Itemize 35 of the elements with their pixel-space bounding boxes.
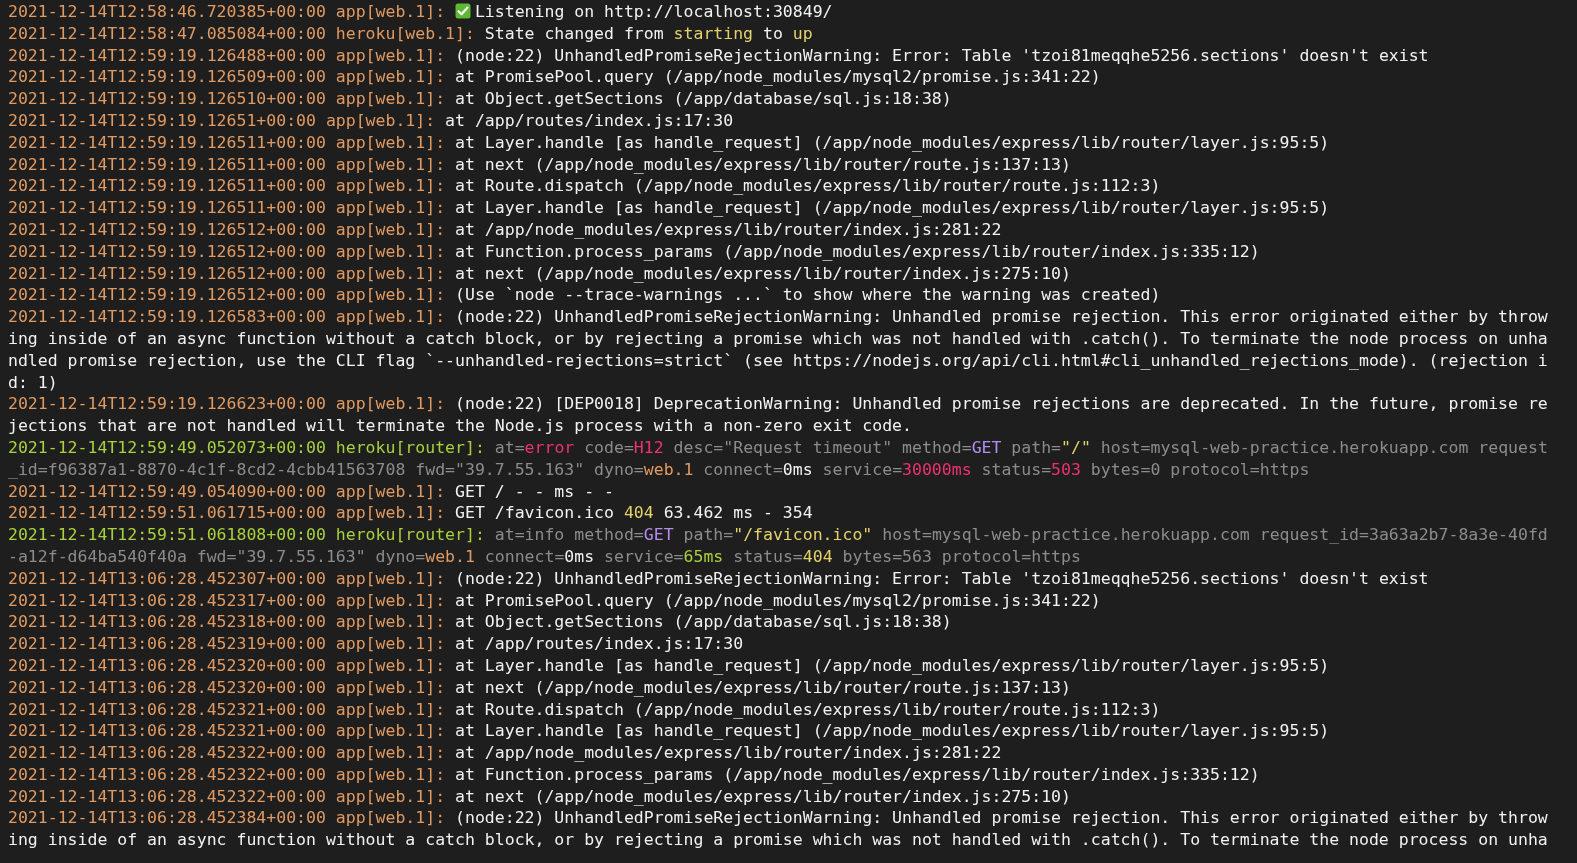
log-line: 2021-12-14T12:59:19.126512+00:00 app[web.1]: at /app/node_modules/express/lib/router/index.js:281:22 [8, 218, 1003, 241]
log-line: 2021-12-14T13:06:28.452322+00:00 app[web.1]: at /app/node_modules/express/lib/router/index.js:281:22 [8, 742, 1003, 764]
log-line: 2021-12-14T12:59:19.126488+00:00 app[web.1]: (node:22) UnhandledPromiseRejectionWarning: Error: Table 'tzoi81meqqhe5256.sections' doesn't exist [8, 44, 1430, 67]
checkmark-icon [455, 3, 472, 19]
log-line: 2021-12-14T12:59:51.061808+00:00 heroku[router]: at=info method=GET path="/favicon.ico" host=mysql-web-practice.herokuapp.com request_id=3a63a2b7-8a3e-40fd-a12f-d64ba540f40a fwd="39.7.55.163" dyno=web.1 connect=0ms service=65ms status=404 bytes=563 protocol=https [8, 524, 1549, 568]
log-line: 2021-12-14T12:59:51.061715+00:00 app[web.1]: GET /favicon.ico 404 63.462 ms - 354 [8, 502, 814, 525]
log-message: Listening on http://localhost:30849/ [474, 2, 833, 21]
log-line: 2021-12-14T13:06:28.452322+00:00 app[web.1]: at next (/app/node_modules/express/lib/router/index.js:275:10) [8, 785, 1072, 808]
log-line: 2021-12-14T12:59:19.126512+00:00 app[web.1]: (Use `node --trace-warnings ...` to show where the warning was created) [8, 284, 1162, 307]
log-line: 2021-12-14T13:06:28.452320+00:00 app[web.1]: at next (/app/node_modules/express/lib/router/route.js:137:13) [8, 676, 1072, 699]
log-line: 2021-12-14T12:59:19.126511+00:00 app[web.1]: at Route.dispatch (/app/node_modules/express/lib/router/route.js:112:3) [8, 175, 1162, 198]
log-line: 2021-12-14T13:06:28.452321+00:00 app[web.1]: at Route.dispatch (/app/node_modules/express/lib/router/route.js:112:3) [8, 698, 1162, 721]
log-line: 2021-12-14T13:06:28.452321+00:00 app[web.1]: at Layer.handle [as handle_request] (/app/node_modules/express/lib/router/layer.js:95:5) [8, 720, 1331, 743]
log-line: 2021-12-14T12:59:19.126512+00:00 app[web.1]: at Function.process_params (/app/node_modules/express/lib/router/index.js:335:12) [8, 240, 1261, 263]
log-line: 2021-12-14T12:59:19.126623+00:00 app[web.1]: (node:22) [DEP0018] DeprecationWarning: Unhandled promise rejections are deprecated. In the future, promise rejections that are not handled will terminate the Node.js process with a non-zero exit code. [8, 393, 1549, 437]
log-line: 2021-12-14T12:59:19.126512+00:00 app[web.1]: at next (/app/node_modules/express/lib/router/index.js:275:10) [8, 262, 1072, 285]
log-line: 2021-12-14T12:59:19.126510+00:00 app[web.1]: at Object.getSections (/app/database/sql.js:18:38) [8, 88, 953, 110]
log-line: 2021-12-14T12:59:19.126511+00:00 app[web.1]: at next (/app/node_modules/express/lib/router/route.js:137:13) [8, 153, 1072, 176]
log-line: 2021-12-14T13:06:28.452318+00:00 app[web.1]: at Object.getSections (/app/database/sql.js:18:38) [8, 611, 953, 634]
log-source: app[web.1]: [335, 2, 446, 21]
log-line: 2021-12-14T12:59:19.126511+00:00 app[web.1]: at Layer.handle [as handle_request] (/app/node_modules/express/lib/router/layer.js:95:5) [8, 131, 1331, 154]
log-line: 2021-12-14T13:06:28.452307+00:00 app[web.1]: (node:22) UnhandledPromiseRejectionWarning: Error: Table 'tzoi81meqqhe5256.sections' doesn't exist [8, 567, 1430, 590]
log-line: 2021-12-14T12:59:49.052073+00:00 heroku[router]: at=error code=H12 desc="Request timeout" method=GET path="/" host=mysql-web-practice.herokuapp.com request_id=f96387a1-8870-4c1f-8cd2-4cbb41563708 fwd="39.7.55.163" dyno=web.1 connect=0ms service=30000ms status=503 bytes=0 protocol=https [8, 436, 1549, 481]
log-line: 2021-12-14T13:06:28.452319+00:00 app[web.1]: at /app/routes/index.js:17:30 [8, 633, 745, 655]
log-line: 2021-12-14T12:59:19.126509+00:00 app[web.1]: at PromisePool.query (/app/node_modules/mysql2/promise.js:341:22) [8, 66, 1102, 89]
log-line: 2021-12-14T13:06:28.452320+00:00 app[web.1]: at Layer.handle [as handle_request] (/app/node_modules/express/lib/router/layer.js:95:5) [8, 654, 1331, 677]
log-line: 2021-12-14T13:06:28.452384+00:00 app[web.1]: (node:22) UnhandledPromiseRejectionWarning: Unhandled promise rejection. This error originated either by throwing inside of an async function without a catch block, or by rejecting a promise which was not handled with .catch(). To terminate the node process on unha [8, 807, 1549, 852]
log-timestamp: 2021-12-14T12:58:46.720385+00:00 [8, 2, 326, 21]
log-line: 2021-12-14T12:59:19.126583+00:00 app[web.1]: (node:22) UnhandledPromiseRejectionWarning: Unhandled promise rejection. This error originated either by throwing inside of an async function without a catch block, or by rejecting a promise which was not handled with .catch(). To terminate the node process on unhandled promise rejection, use the CLI flag `--unhandled-rejections=strict` (see https://nodejs.org/api/cli.html#cli_unhandled_rejections_mode). (rejection id: 1) [8, 306, 1549, 394]
log-line: 2021-12-14T12:59:19.126511+00:00 app[web.1]: at Layer.handle [as handle_request] (/app/node_modules/express/lib/router/layer.js:95:5) [8, 197, 1331, 219]
log-line: 2021-12-14T12:59:19.12651+00:00 app[web.1]: at /app/routes/index.js:17:30 [8, 110, 735, 132]
log-line: 2021-12-14T12:58:47.085084+00:00 heroku[web.1]: State changed from starting to up [8, 22, 814, 45]
log-line: 2021-12-14T13:06:28.452322+00:00 app[web.1]: at Function.process_params (/app/node_modules/express/lib/router/index.js:335:12) [8, 763, 1261, 786]
log-line: 2021-12-14T13:06:28.452317+00:00 app[web.1]: at PromisePool.query (/app/node_modules/mysql2/promise.js:341:22) [8, 589, 1102, 612]
log-line: 2021-12-14T12:59:49.054090+00:00 app[web.1]: GET / - - ms - - [8, 480, 615, 503]
